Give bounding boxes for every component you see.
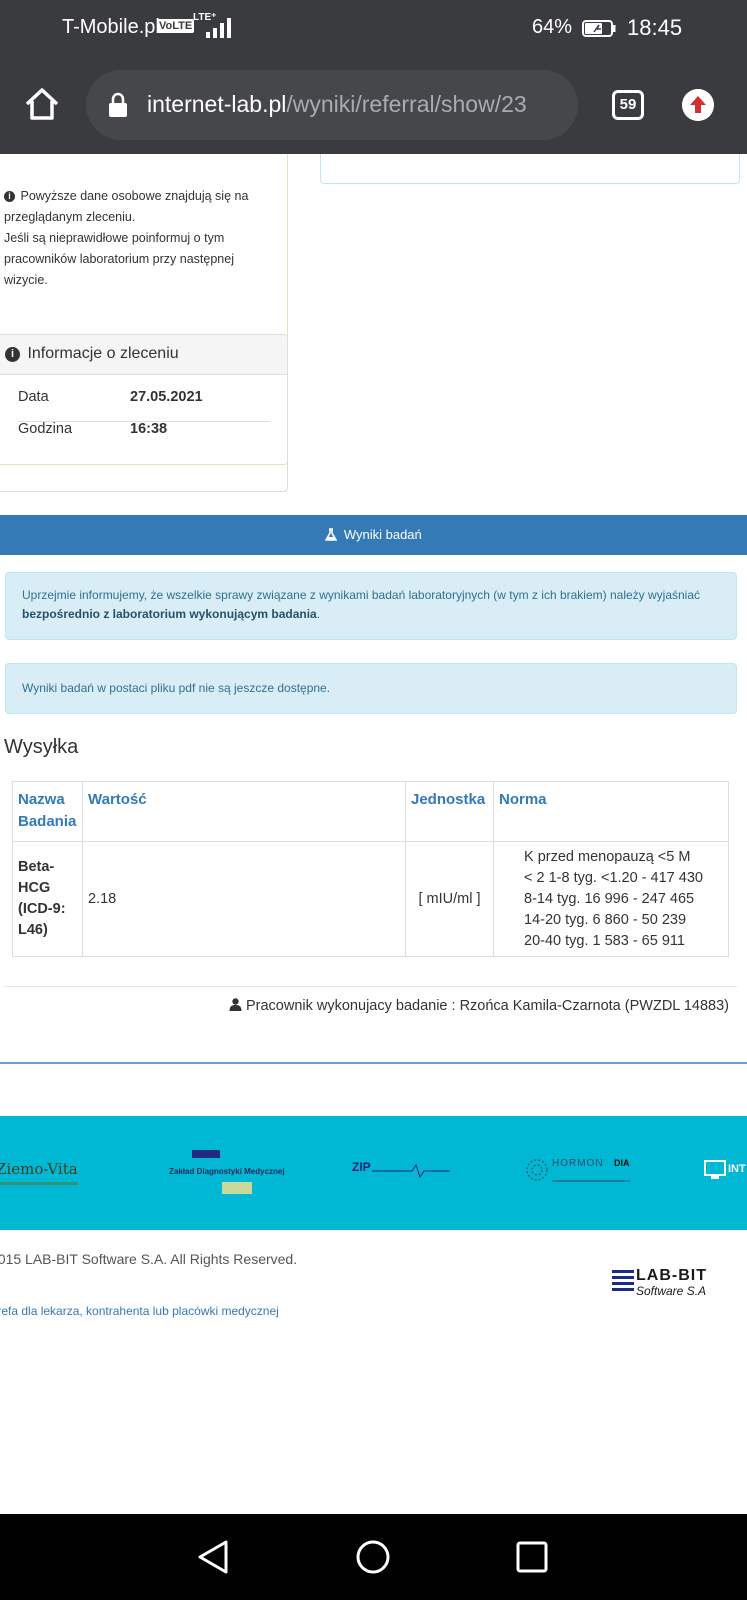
alert-bold-text: bezpośrednio z laboratorium wykonującym … bbox=[22, 607, 317, 621]
ziemovita-logo[interactable]: Ziemo-Vita bbox=[0, 1160, 78, 1178]
recents-icon[interactable] bbox=[516, 1541, 548, 1573]
flask-icon bbox=[324, 528, 338, 541]
norm-line: < 2 1-8 tyg. <1.20 - 417 430 bbox=[524, 869, 703, 886]
col-norm-header: Norma bbox=[493, 781, 729, 842]
ziemovita-tagline bbox=[0, 1182, 78, 1185]
results-table: Nazwa Badania Wartość Jednostka Norma Be… bbox=[12, 781, 729, 957]
table-row: Beta-HCG (ICD-9: L46) 2.18 [ mIU/ml ] K … bbox=[12, 841, 729, 957]
int-logo[interactable]: INT bbox=[728, 1163, 746, 1175]
page-content: i Powyższe dane osobowe znajdują się na … bbox=[0, 154, 747, 1514]
pdf-alert-text: Wyniki badań w postaci pliku pdf nie są … bbox=[22, 681, 331, 695]
date-value: 27.05.2021 bbox=[130, 389, 203, 405]
time-value: 16:38 bbox=[130, 421, 168, 437]
home-nav-icon[interactable] bbox=[355, 1539, 391, 1575]
user-icon bbox=[229, 998, 242, 1011]
lab-worker-text: Pracownik wykonujacy badanie : Rzońca Ka… bbox=[245, 998, 729, 1014]
order-info-header: i Informacje o zleceniu bbox=[0, 335, 287, 375]
partners-banner: Ziemo-Vita Zakład Diagnostyki Medycznej … bbox=[0, 1116, 747, 1230]
contact-lab-alert: Uprzejmie informujemy, że wszelkie spraw… bbox=[5, 572, 737, 640]
divider bbox=[4, 986, 737, 987]
lab-worker: Pracownik wykonujacy badanie : Rzońca Ka… bbox=[229, 998, 729, 1014]
test-unit: [ mIU/ml ] bbox=[405, 841, 494, 957]
signal-icon bbox=[206, 18, 231, 38]
test-norm: K przed menopauzą <5 M < 2 1-8 tyg. <1.2… bbox=[493, 841, 729, 957]
test-value: 2.18 bbox=[82, 841, 406, 957]
norm-line: K przed menopauzą <5 M bbox=[524, 848, 691, 865]
labbit-subtitle: Software S.A bbox=[636, 1284, 707, 1298]
clock: 18:45 bbox=[627, 15, 683, 40]
labbit-logo[interactable]: LAB-BIT Software S.A bbox=[612, 1267, 740, 1298]
order-info-card: i Informacje o zleceniu bbox=[0, 334, 288, 492]
zip-logo[interactable]: ZIP bbox=[352, 1160, 371, 1174]
home-icon[interactable] bbox=[22, 84, 62, 124]
pdf-unavailable-alert: Wyniki badań w postaci pliku pdf nie są … bbox=[5, 663, 737, 714]
norm-line: 20-40 tyg. 1 583 - 65 911 bbox=[524, 932, 685, 949]
col-name-header: Nazwa Badania bbox=[12, 781, 83, 842]
notice-line-1: Powyższe dane osobowe znajdują się na pr… bbox=[4, 189, 249, 224]
col-value-header: Wartość bbox=[82, 781, 406, 842]
update-icon[interactable] bbox=[682, 89, 714, 121]
browser-toolbar: internet-lab.pl/wyniki/referral/show/23 … bbox=[0, 56, 747, 154]
dia-logo: DIA bbox=[614, 1158, 630, 1168]
notice-line-2: Jeśli są nieprawidłowe poinformuj o tym … bbox=[4, 231, 234, 287]
hormon-globe-icon bbox=[526, 1159, 548, 1181]
divider bbox=[0, 1062, 747, 1064]
info-icon: i bbox=[5, 347, 20, 362]
labbit-name: LAB-BIT bbox=[636, 1267, 707, 1284]
labbit-mark-icon bbox=[612, 1270, 634, 1291]
tab-switcher-button[interactable]: 59 bbox=[612, 90, 644, 120]
side-card bbox=[320, 154, 740, 184]
url-text: internet-lab.pl/wyniki/referral/show/23 bbox=[147, 91, 527, 118]
test-name: Beta-HCG (ICD-9: L46) bbox=[12, 841, 83, 957]
zdm-flag bbox=[192, 1150, 220, 1158]
time-label: Godzina bbox=[18, 421, 73, 437]
order-info-title: Informacje o zleceniu bbox=[27, 345, 179, 362]
results-bar-label: Wyniki badań bbox=[343, 527, 422, 542]
heartbeat-icon bbox=[372, 1164, 450, 1178]
lock-icon bbox=[109, 92, 127, 117]
battery-percent: 64% bbox=[532, 16, 573, 38]
status-bar: T-Mobile.pl VoLTE LTE⁺ 64% 18:45 bbox=[0, 0, 747, 56]
zdm-logo[interactable]: Zakład Diagnostyki Medycznej bbox=[169, 1167, 285, 1176]
back-icon[interactable] bbox=[196, 1539, 230, 1575]
carrier-name: T-Mobile.pl bbox=[62, 16, 160, 38]
zdm-mark bbox=[222, 1182, 252, 1194]
address-bar[interactable]: internet-lab.pl/wyniki/referral/show/23 bbox=[86, 70, 578, 140]
url-domain: internet-lab.pl bbox=[147, 91, 287, 117]
date-label: Data bbox=[18, 389, 49, 405]
url-path: /wyniki/referral/show/23 bbox=[286, 91, 527, 117]
hormon-logo[interactable]: HORMON bbox=[552, 1158, 604, 1169]
personal-data-notice: i Powyższe dane osobowe znajdują się na … bbox=[4, 186, 279, 291]
results-header-bar[interactable]: Wyniki badań bbox=[0, 515, 747, 555]
doctor-zone-link[interactable]: Strefa dla lekarza, kontrahenta lub plac… bbox=[0, 1304, 279, 1318]
shipment-title: Wysyłka bbox=[4, 736, 79, 758]
battery-icon bbox=[582, 20, 616, 37]
col-unit-header: Jednostka bbox=[405, 781, 494, 842]
alert-text: Uprzejmie informujemy, że wszelkie spraw… bbox=[22, 588, 701, 602]
monitor-icon bbox=[704, 1160, 726, 1179]
table-header-row: Nazwa Badania Wartość Jednostka Norma bbox=[12, 781, 729, 842]
alert-end: . bbox=[316, 607, 321, 621]
norm-line: 8-14 tyg. 16 996 - 247 465 bbox=[524, 890, 695, 907]
info-icon: i bbox=[4, 191, 15, 202]
copyright: 2015 LAB-BIT Software S.A. All Rights Re… bbox=[0, 1251, 298, 1267]
system-nav-bar bbox=[0, 1514, 747, 1600]
volte-badge: VoLTE bbox=[157, 19, 195, 33]
hormon-tagline bbox=[552, 1180, 630, 1182]
norm-line: 14-20 tyg. 6 860 - 50 239 bbox=[524, 911, 687, 928]
